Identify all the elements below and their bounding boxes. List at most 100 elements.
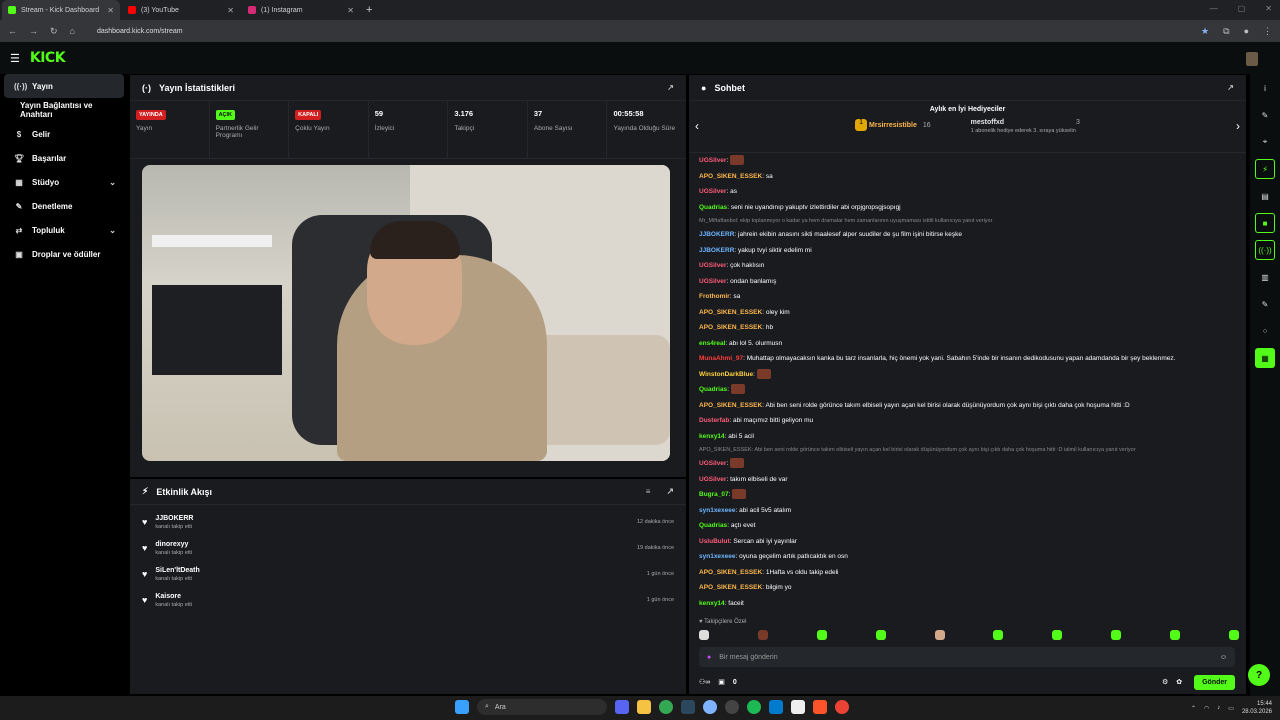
extensions-icon[interactable]: ⧉ bbox=[1223, 26, 1229, 37]
chat-username[interactable]: Bugra_07 bbox=[699, 491, 729, 498]
chat-username[interactable]: Frothomir bbox=[699, 293, 730, 300]
chat-username[interactable]: UGSilver bbox=[699, 157, 726, 164]
emote-icon[interactable] bbox=[1228, 630, 1239, 640]
windows-start-icon[interactable] bbox=[455, 700, 469, 714]
sidebar-item-basarilar[interactable]: 🏆︎ Başarılar bbox=[4, 146, 124, 170]
activity-user[interactable]: dinorexyy bbox=[155, 541, 192, 548]
file-explorer-icon[interactable] bbox=[637, 700, 651, 714]
volume-icon[interactable]: ♪ bbox=[1217, 705, 1220, 711]
github-icon[interactable] bbox=[725, 700, 739, 714]
chat-username[interactable]: APO_SIKEN_ESSEK bbox=[699, 569, 762, 576]
popout-icon[interactable]: ↗ bbox=[1227, 83, 1234, 92]
settings-gear-icon[interactable]: ⚙ bbox=[1162, 678, 1168, 686]
chat-username[interactable]: APO_SIKEN_ESSEK bbox=[699, 402, 762, 409]
emote-icon[interactable] bbox=[875, 630, 886, 640]
emote-icon[interactable] bbox=[993, 630, 1004, 640]
steam-icon[interactable] bbox=[681, 700, 695, 714]
layout-icon[interactable]: ▥ bbox=[1255, 267, 1275, 287]
filter-icon[interactable]: ≡ bbox=[646, 487, 651, 496]
vscode-icon[interactable] bbox=[769, 700, 783, 714]
popout-icon[interactable]: ↗ bbox=[666, 486, 674, 497]
chat-username[interactable]: JJBOKERR bbox=[699, 247, 734, 254]
sidebar-item-topluluk[interactable]: ⇄ Topluluk ⌄ bbox=[4, 218, 124, 242]
chat-username[interactable]: UGSilver bbox=[699, 278, 726, 285]
spotify-icon[interactable] bbox=[747, 700, 761, 714]
chat-username[interactable]: APO_SIKEN_ESSEK bbox=[699, 324, 762, 331]
emote-icon[interactable] bbox=[757, 630, 768, 640]
tray-chevron-icon[interactable]: ⌃ bbox=[1191, 705, 1196, 712]
close-tab-icon[interactable]: ✕ bbox=[347, 6, 354, 15]
chat-icon[interactable]: ■ bbox=[1255, 213, 1275, 233]
mic-icon[interactable]: ● bbox=[707, 654, 711, 661]
community-icon[interactable]: ⁘ bbox=[1255, 321, 1275, 341]
emote-picker-icon[interactable]: ✿ bbox=[1176, 678, 1182, 686]
sidebar-item-gelir[interactable]: $ Gelir bbox=[4, 122, 124, 146]
clock[interactable]: 15:44 28.03.2026 bbox=[1242, 700, 1272, 716]
browser-tab-youtube[interactable]: (3) YouTube ✕ bbox=[122, 0, 240, 20]
forward-icon[interactable]: → bbox=[29, 26, 38, 36]
lightning-icon[interactable]: ⚡︎ bbox=[1255, 159, 1275, 179]
notion-icon[interactable] bbox=[791, 700, 805, 714]
popout-icon[interactable]: ↗ bbox=[667, 83, 674, 92]
user-avatar[interactable] bbox=[1246, 52, 1258, 66]
emote-icon[interactable] bbox=[934, 630, 945, 640]
home-icon[interactable]: ⌂ bbox=[70, 26, 75, 36]
chat-username[interactable]: Quadrias bbox=[699, 522, 727, 529]
chat-username[interactable]: UGSilver bbox=[699, 262, 726, 269]
chevron-left-icon[interactable]: ‹ bbox=[695, 119, 699, 133]
close-window-icon[interactable]: ✕ bbox=[1265, 4, 1272, 13]
activity-user[interactable]: JJBOKERR bbox=[155, 515, 193, 522]
back-icon[interactable]: ← bbox=[8, 26, 17, 36]
chat-username[interactable]: kenxy14 bbox=[699, 433, 725, 440]
chat-username[interactable]: UGSilver bbox=[699, 460, 726, 467]
chat-username[interactable]: APO_SIKEN_ESSEK bbox=[699, 173, 762, 180]
brave-icon[interactable] bbox=[813, 700, 827, 714]
hamburger-menu-icon[interactable]: ☰ bbox=[10, 52, 20, 65]
sidebar-item-studyo[interactable]: ▦ Stüdyo ⌄ bbox=[4, 170, 124, 194]
chat-username[interactable]: WinstonDarkBlue bbox=[699, 371, 753, 378]
grid-icon[interactable]: ▦ bbox=[1255, 348, 1275, 368]
emote-icon[interactable] bbox=[816, 630, 827, 640]
chat-username[interactable]: kenxy14 bbox=[699, 600, 725, 607]
chat-input[interactable]: ● Bir mesaj gönderin ☺ bbox=[699, 647, 1235, 667]
scan-icon[interactable]: ⌖ bbox=[1255, 132, 1275, 152]
chrome-icon[interactable] bbox=[659, 700, 673, 714]
stream-preview-video[interactable] bbox=[142, 165, 670, 461]
chat-username[interactable]: Quadrias bbox=[699, 204, 727, 211]
chevron-right-icon[interactable]: › bbox=[1236, 119, 1240, 133]
edit-icon[interactable]: ✎ bbox=[1255, 105, 1275, 125]
bookmark-star-icon[interactable]: ★ bbox=[1201, 26, 1209, 37]
sidebar-item-stream-key[interactable]: Yayın Bağlantısı ve Anahtarı bbox=[4, 98, 124, 122]
emote-icon[interactable] bbox=[1111, 630, 1122, 640]
emote-icon[interactable] bbox=[699, 630, 709, 640]
activity-user[interactable]: Kaisore bbox=[155, 593, 192, 600]
menu-dots-icon[interactable]: ⋮ bbox=[1263, 26, 1272, 37]
discord-icon[interactable] bbox=[615, 700, 629, 714]
profile-icon[interactable]: ● bbox=[1244, 26, 1249, 36]
close-tab-icon[interactable]: ✕ bbox=[107, 6, 114, 15]
chat-username[interactable]: ens4real bbox=[699, 340, 725, 347]
close-tab-icon[interactable]: ✕ bbox=[227, 6, 234, 15]
emote-icon[interactable] bbox=[1052, 630, 1063, 640]
kick-logo[interactable]: KICK bbox=[30, 50, 66, 66]
gifter-first[interactable]: 1 Mrsirresistible 16 bbox=[855, 119, 931, 134]
maximize-icon[interactable]: ▢ bbox=[1238, 4, 1246, 13]
new-tab-icon[interactable]: + bbox=[366, 4, 372, 16]
gifter-second[interactable]: mestoffxd 3 1 abonelik hediye ederek 3. … bbox=[971, 119, 1080, 134]
app-icon[interactable] bbox=[703, 700, 717, 714]
taskbar-search[interactable]: ⌕ Ara bbox=[477, 699, 607, 715]
broadcast-icon[interactable]: ((·)) bbox=[1255, 240, 1275, 260]
browser-tab-kick[interactable]: Stream - Kick Dashboard ✕ bbox=[2, 0, 120, 20]
chat-username[interactable]: APO_SIKEN_ESSEK bbox=[699, 309, 762, 316]
chat-username[interactable]: syn1xexeee bbox=[699, 507, 736, 514]
sidebar-item-droplar[interactable]: ▣ Droplar ve ödüller bbox=[4, 242, 124, 266]
send-button[interactable]: Gönder bbox=[1194, 674, 1235, 690]
reload-icon[interactable]: ↻ bbox=[50, 26, 58, 37]
emoji-icon[interactable]: ☺ bbox=[1220, 654, 1227, 661]
wrench-icon[interactable]: ✎ bbox=[1255, 294, 1275, 314]
chat-username[interactable]: UGSilver bbox=[699, 476, 726, 483]
users-icon[interactable]: ⚇∞ bbox=[699, 678, 710, 686]
chat-username[interactable]: MunaAhmi_97 bbox=[699, 355, 743, 362]
browser-tab-instagram[interactable]: (1) Instagram ✕ bbox=[242, 0, 360, 20]
emote-icon[interactable] bbox=[1170, 630, 1180, 640]
